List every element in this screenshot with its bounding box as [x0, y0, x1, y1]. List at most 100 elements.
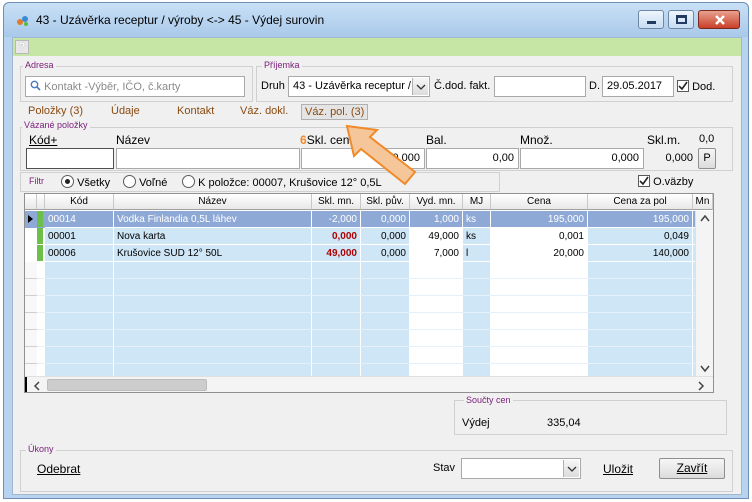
mnoz-header: Množ.: [520, 133, 553, 147]
druh-value: 43 - Uzávěrka receptur /: [293, 80, 411, 92]
dod-checkbox[interactable]: Dod.: [677, 80, 715, 93]
table-cell: 00014: [45, 211, 114, 228]
row-status-marker: [37, 228, 43, 244]
table-cell: 20,000: [491, 245, 588, 262]
filter-label: Filtr: [29, 176, 44, 186]
col-skl-puv[interactable]: Skl. pův.: [361, 194, 410, 210]
col-mj[interactable]: MJ: [463, 194, 491, 210]
col-skl-mn[interactable]: Skl. mn.: [312, 194, 361, 210]
vertical-scrollbar[interactable]: [695, 211, 713, 376]
druh-select[interactable]: 43 - Uzávěrka receptur /: [288, 76, 430, 97]
vazane-group-label: Vázané položky: [22, 120, 90, 130]
scroll-up-icon[interactable]: [700, 214, 710, 222]
empty-row-line: [25, 329, 695, 330]
scroll-down-icon[interactable]: [700, 365, 710, 373]
sklm-value: 0,000: [665, 152, 693, 164]
kod-header: Kód+: [29, 133, 58, 147]
table-cell: 49,000: [312, 245, 361, 262]
table-cell: 0,000: [361, 211, 410, 228]
tab-vaz-dokl[interactable]: Váz. dokl.: [240, 105, 288, 117]
cdod-label: Č.dod. fakt.: [434, 80, 491, 92]
table-cell: 0,000: [312, 228, 361, 245]
table-cell: l: [463, 245, 491, 262]
minimize-button[interactable]: [638, 10, 664, 29]
ovazby-label: O.väzby: [653, 176, 694, 188]
help-button[interactable]: ?: [15, 40, 29, 54]
tab-kontakt[interactable]: Kontakt: [177, 105, 214, 117]
close-button[interactable]: [698, 10, 740, 29]
ukony-group-label: Úkony: [26, 444, 56, 454]
kod-input[interactable]: [26, 148, 114, 169]
odebrat-button[interactable]: Odebrat: [37, 462, 80, 476]
bal-input[interactable]: 0,00: [426, 148, 519, 169]
filter-option-volne[interactable]: Voľné: [123, 175, 167, 189]
scroll-thumb[interactable]: [47, 379, 207, 391]
empty-row-line: [25, 278, 695, 279]
stav-label: Stav: [433, 462, 456, 474]
stav-dropdown-button[interactable]: [563, 460, 579, 477]
cdod-input[interactable]: [494, 76, 586, 97]
empty-row-indicator: [25, 313, 37, 330]
row-status-marker: [37, 245, 43, 261]
date-input[interactable]: 29.05.2017: [602, 76, 674, 97]
col-nazev[interactable]: Název: [114, 194, 312, 210]
chevron-down-icon: [416, 84, 426, 90]
close-icon: [715, 15, 725, 25]
druh-label: Druh: [261, 80, 285, 92]
p-button[interactable]: P: [698, 148, 716, 169]
scroll-edge: [25, 377, 27, 392]
horizontal-scrollbar[interactable]: [25, 376, 713, 392]
table-cell: ks: [463, 211, 491, 228]
table-cell: 00006: [45, 245, 114, 262]
scroll-right-icon[interactable]: [697, 381, 705, 391]
col-vyd-mn[interactable]: Vyd. mn.: [410, 194, 463, 210]
col-kod[interactable]: Kód: [45, 194, 114, 210]
minimize-icon: [647, 21, 656, 24]
radio-selected-icon: [61, 175, 74, 188]
maximize-button[interactable]: [668, 10, 694, 29]
tab-polozky[interactable]: Položky (3): [28, 105, 83, 117]
ulozit-button[interactable]: Uložit: [603, 462, 633, 476]
druh-dropdown-button[interactable]: [412, 78, 428, 95]
radio-icon: [182, 175, 195, 188]
search-icon: [30, 80, 41, 91]
tab-vaz-pol[interactable]: Váz. pol. (3): [301, 104, 369, 120]
col-cena-za-pol[interactable]: Cena za pol: [588, 194, 693, 210]
table-cell: 0,049: [588, 228, 693, 245]
empty-row-line: [25, 363, 695, 364]
table-cell: Nova karta: [114, 228, 312, 245]
empty-row-indicator: [25, 330, 37, 347]
table-cell: 0,000: [361, 228, 410, 245]
nazev-input[interactable]: [116, 148, 300, 169]
zavrit-button[interactable]: Zavřít: [659, 458, 725, 479]
table-cell: Krušovice SUD 12° 50L: [114, 245, 312, 262]
main-window: 43 - Uzávěrka receptur / výroby <-> 45 -…: [3, 2, 749, 499]
ovazby-checkbox[interactable]: O.väzby: [638, 175, 693, 188]
filter-option-vsetky[interactable]: Všetky: [61, 175, 110, 189]
ovazby-check-icon: [638, 175, 650, 187]
extra-value: 0,0: [699, 133, 715, 145]
col-cena[interactable]: Cena: [491, 194, 588, 210]
table-cell: ks: [463, 228, 491, 245]
table-cell: 140,000: [588, 245, 693, 262]
soucty-group: [454, 400, 727, 435]
table-row[interactable]: 00014 Vodka Finlandia 0,5L láhev -2,000 0,0…: [25, 211, 713, 228]
table-row[interactable]: 00006 Krušovice SUD 12° 50L 49,000 0,000 7,0…: [25, 245, 713, 262]
scroll-left-icon[interactable]: [33, 381, 41, 391]
empty-row-indicator: [25, 296, 37, 313]
stav-select[interactable]: [461, 458, 581, 479]
adresa-group-label: Adresa: [23, 60, 56, 70]
prijemka-group-label: Příjemka: [262, 60, 302, 70]
soucty-group-label: Součty cen: [464, 395, 513, 405]
mnoz-input[interactable]: 0,000: [520, 148, 644, 169]
table-cell: Vodka Finlandia 0,5L láhev: [114, 211, 312, 228]
table-row[interactable]: 00001 Nova karta 0,000 0,000 49,000 ks 0,001 0,…: [25, 228, 713, 245]
empty-row-line: [25, 312, 695, 313]
empty-row-indicator: [25, 347, 37, 364]
contact-search-input[interactable]: Kontakt -Výběr, IČO, č.karty: [25, 76, 245, 97]
items-grid[interactable]: Kód Název Skl. mn. Skl. pův. Vyd. mn. MJ…: [24, 193, 714, 393]
tab-udaje[interactable]: Údaje: [111, 105, 140, 117]
col-mn[interactable]: Mn: [693, 194, 713, 210]
table-cell: -2,000: [312, 211, 361, 228]
date-label: D.: [589, 80, 600, 92]
